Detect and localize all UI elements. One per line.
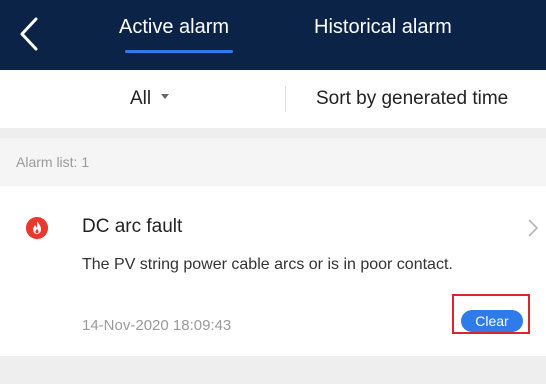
filter-bar: All Sort by generated time	[0, 70, 546, 128]
tab-active-alarm[interactable]: Active alarm	[119, 16, 229, 39]
alarm-list-item[interactable]: DC arc fault The PV string power cable a…	[0, 186, 546, 356]
alarm-title: DC arc fault	[82, 216, 183, 237]
section-gap	[0, 128, 546, 138]
top-navigation-bar: Active alarm Historical alarm	[0, 0, 546, 70]
chevron-right-icon[interactable]	[527, 218, 539, 238]
bottom-gap	[0, 356, 546, 384]
filter-divider	[285, 86, 286, 112]
back-arrow-icon[interactable]	[14, 16, 44, 52]
alarm-count: Alarm list: 1	[16, 154, 90, 170]
sort-dropdown[interactable]: Sort by generated time	[316, 88, 508, 110]
alarm-description: The PV string power cable arcs or is in …	[82, 256, 453, 273]
fire-icon	[26, 217, 48, 239]
tab-historical-alarm[interactable]: Historical alarm	[314, 16, 452, 39]
alarm-timestamp: 14-Nov-2020 18:09:43	[82, 317, 232, 334]
alarm-list-header: Alarm list: 1	[0, 138, 546, 186]
clear-button[interactable]: Clear	[461, 310, 523, 332]
severity-filter-value: All	[130, 88, 152, 109]
caret-down-icon	[161, 94, 170, 100]
severity-filter-dropdown[interactable]: All	[130, 88, 170, 110]
active-tab-indicator	[125, 50, 233, 53]
